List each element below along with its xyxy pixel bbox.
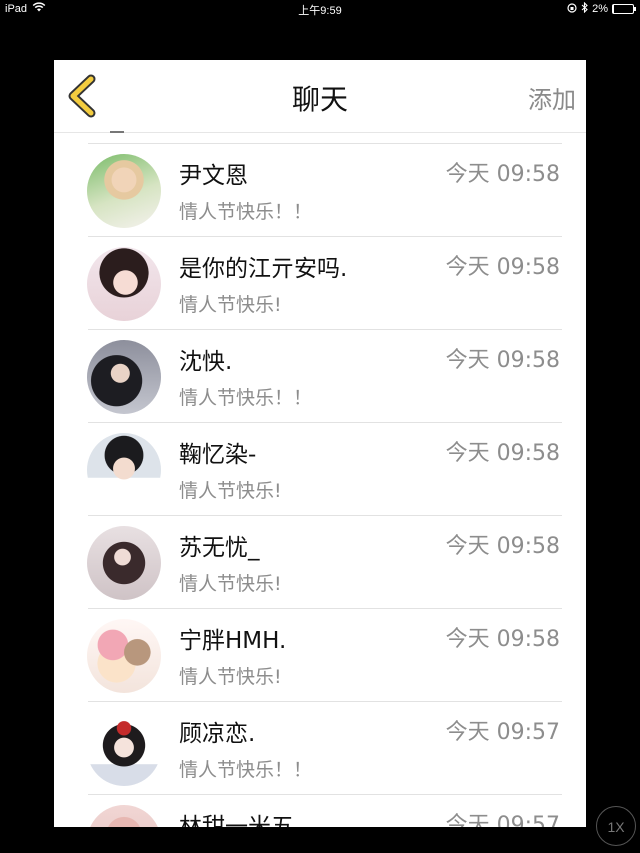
contact-name: 沈怏. (179, 349, 233, 375)
last-message: 情人节快乐！！ (179, 201, 313, 223)
add-button[interactable]: 添加 (528, 80, 576, 115)
last-message: 情人节快乐! (179, 294, 282, 316)
contact-name: 林甜一米五 (179, 814, 294, 827)
divider (88, 794, 562, 795)
divider (88, 422, 562, 423)
bluetooth-icon (581, 1, 588, 16)
message-time: 今天 09:58 (445, 534, 560, 559)
chat-row[interactable]: 尹文恩 情人节快乐！！ 今天 09:58 (54, 143, 586, 236)
contact-name: 鞠忆染- (179, 442, 257, 468)
nav-bar: 聊天 添加 (54, 60, 586, 133)
chat-list[interactable]: 尹文恩 情人节快乐！！ 今天 09:58 是你的江亓安吗. 情人节快乐! 今天 … (54, 131, 586, 827)
battery-percent: 2% (592, 3, 608, 15)
contact-name: 尹文恩 (179, 163, 248, 189)
chat-row[interactable]: 沈怏. 情人节快乐！！ 今天 09:58 (54, 329, 586, 422)
avatar (87, 247, 161, 321)
chat-row[interactable]: 是你的江亓安吗. 情人节快乐! 今天 09:58 (54, 236, 586, 329)
divider (88, 515, 562, 516)
chat-row[interactable]: 苏无忧_ 情人节快乐! 今天 09:58 (54, 515, 586, 608)
message-time: 今天 09:58 (445, 441, 560, 466)
last-message: 情人节快乐! (179, 573, 282, 595)
avatar (87, 619, 161, 693)
avatar (87, 433, 161, 507)
chat-window: 聊天 添加 尹文恩 情人节快乐！！ 今天 09:58 是你的江亓安吗. 情人节快… (54, 60, 586, 827)
message-time: 今天 09:57 (445, 813, 560, 827)
page-title: 聊天 (291, 83, 348, 116)
status-time: 上午9:59 (298, 5, 342, 17)
contact-name: 苏无忧_ (179, 535, 260, 561)
avatar (87, 340, 161, 414)
avatar (87, 712, 161, 786)
message-time: 今天 09:58 (445, 162, 560, 187)
chat-row[interactable]: 鞠忆染- 情人节快乐! 今天 09:58 (54, 422, 586, 515)
contact-name: 顾凉恋. (179, 721, 256, 747)
message-time: 今天 09:58 (445, 348, 560, 373)
avatar (87, 526, 161, 600)
message-time: 今天 09:57 (445, 720, 560, 745)
contact-name: 是你的江亓安吗. (179, 256, 348, 282)
last-message: 情人节快乐！！ (179, 759, 313, 781)
contact-name: 宁胖HMH. (179, 628, 287, 654)
divider (88, 329, 562, 330)
status-right: 2% (567, 1, 636, 16)
divider (88, 236, 562, 237)
message-time: 今天 09:58 (445, 627, 560, 652)
speed-button[interactable]: 1X (596, 806, 636, 846)
divider (88, 608, 562, 609)
battery-icon (612, 4, 636, 14)
chat-row[interactable]: 林甜一米五 今天 09:57 (54, 794, 586, 827)
previous-row-fragment (110, 131, 124, 137)
status-bar: iPad 上午9:59 2% (0, 0, 640, 18)
last-message: 情人节快乐！！ (179, 387, 313, 409)
last-message: 情人节快乐! (179, 666, 282, 688)
avatar (87, 154, 161, 228)
last-message: 情人节快乐! (179, 480, 282, 502)
message-time: 今天 09:58 (445, 255, 560, 280)
chat-row[interactable]: 顾凉恋. 情人节快乐！！ 今天 09:57 (54, 701, 586, 794)
chat-row[interactable]: 宁胖HMH. 情人节快乐! 今天 09:58 (54, 608, 586, 701)
avatar (87, 805, 161, 827)
divider (88, 143, 562, 144)
orientation-lock-icon (567, 2, 577, 16)
divider (88, 701, 562, 702)
